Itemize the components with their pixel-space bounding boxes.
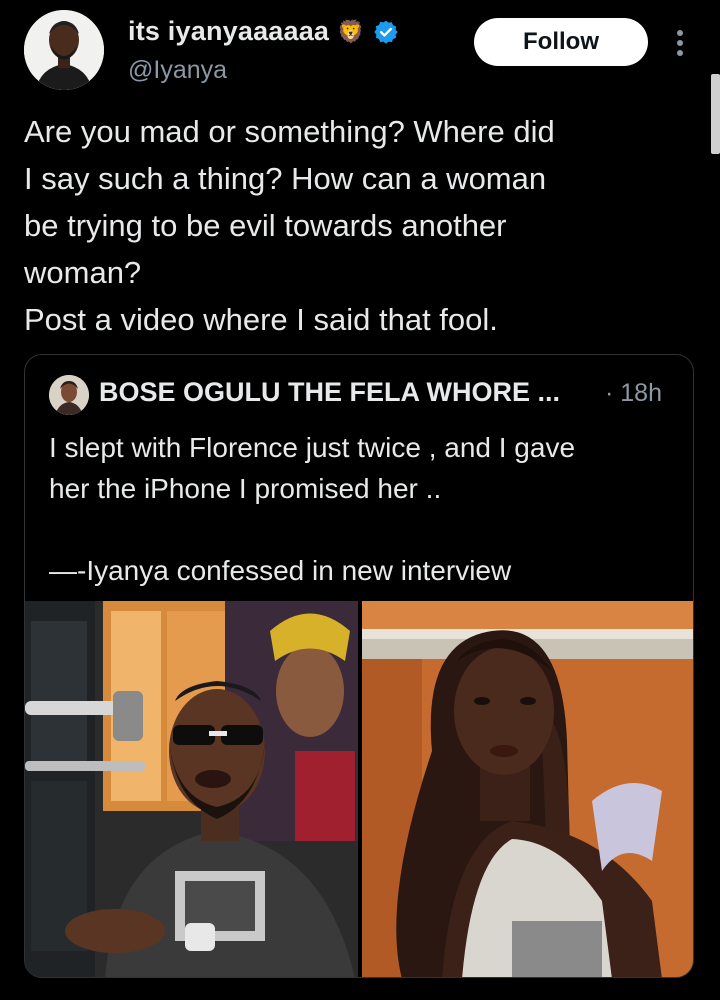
tweet-line: be trying to be evil towards another <box>24 208 507 243</box>
tweet-text: Are you mad or something? Where did I sa… <box>24 108 684 343</box>
quoted-tweet-card[interactable]: BOSE OGULU THE FELA WHORE ... · 18h I sl… <box>24 354 694 978</box>
author-avatar[interactable] <box>24 10 104 90</box>
quoted-timestamp[interactable]: · 18h <box>605 379 662 408</box>
author-name-row[interactable]: its iyanyaaaaaa 🦁 <box>128 16 399 47</box>
follow-button[interactable]: Follow <box>474 18 648 66</box>
quoted-line: I slept with Florence just twice , and I… <box>49 432 576 463</box>
avatar-image <box>24 10 104 90</box>
vertical-dots-icon[interactable] <box>672 26 688 60</box>
media-photo-man-in-studio[interactable] <box>25 601 358 977</box>
quoted-avatar-image <box>49 375 89 415</box>
quoted-line-blank <box>49 509 669 550</box>
scrollbar-thumb[interactable] <box>711 74 720 154</box>
quoted-author-name[interactable]: BOSE OGULU THE FELA WHORE ... <box>99 377 560 408</box>
tweet-line: Post a video where I said that fool. <box>24 302 498 337</box>
quoted-line: her the iPhone I promised her .. <box>49 473 442 504</box>
author-display-name[interactable]: its iyanyaaaaaa <box>128 16 329 47</box>
author-handle[interactable]: @Iyanya <box>128 56 227 85</box>
tweet-line: I say such a thing? How can a woman <box>24 161 547 196</box>
media-photo-woman-selfie[interactable] <box>362 601 693 977</box>
quoted-media-grid[interactable] <box>25 601 693 977</box>
verified-badge-icon <box>373 19 399 45</box>
tweet-line: Are you mad or something? Where did <box>24 114 555 149</box>
lion-emoji-icon: 🦁 <box>337 18 365 44</box>
quoted-tweet-text: I slept with Florence just twice , and I… <box>49 427 669 591</box>
studio-photo-image <box>25 601 358 977</box>
tweet-line: woman? <box>24 255 142 290</box>
quoted-author-avatar[interactable] <box>49 375 89 415</box>
selfie-photo-image <box>362 601 693 977</box>
quoted-line: —-Iyanya confessed in new interview <box>49 555 512 586</box>
